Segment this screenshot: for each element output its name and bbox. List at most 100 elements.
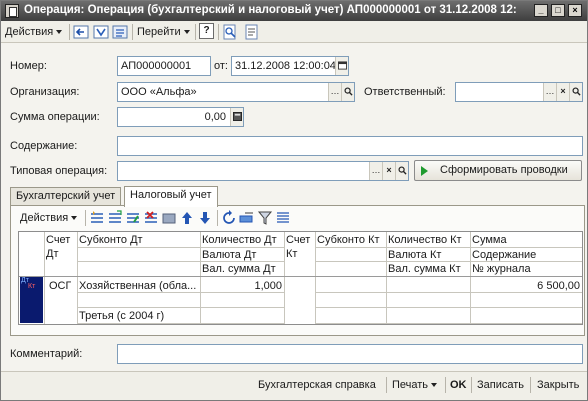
journal-icon[interactable] (244, 24, 260, 40)
play-icon (421, 166, 428, 176)
grid-line (200, 232, 201, 324)
responsible-field[interactable]: … × (455, 82, 583, 102)
header-currency-kt[interactable]: Валюта Кт (388, 248, 441, 262)
cell-account-dt[interactable]: ОСГ (49, 279, 71, 293)
save-button[interactable]: Записать (477, 377, 524, 393)
operation-window: Операция: Операция (бухгалтерский и нало… (0, 0, 588, 401)
delete-row-icon[interactable] (143, 210, 159, 226)
typical-operation-label: Типовая операция: (10, 165, 108, 177)
header-quantity-kt[interactable]: Количество Кт (388, 233, 462, 247)
maximize-button[interactable]: □ (551, 4, 565, 17)
entry-row-icon: Дт Кт (20, 277, 43, 323)
add-row-icon[interactable] (89, 210, 105, 226)
end-edit-icon[interactable] (161, 210, 177, 226)
grid-line (315, 323, 582, 324)
arrow-up-icon[interactable] (179, 210, 195, 226)
search-icon[interactable] (569, 83, 582, 101)
organization-value: ООО «Альфа» (121, 86, 197, 98)
header-quantity-dt[interactable]: Количество Дт (202, 233, 277, 247)
preview-icon[interactable] (222, 24, 238, 40)
content-field[interactable] (117, 136, 583, 156)
comment-field[interactable] (117, 344, 583, 364)
generate-entries-label: Сформировать проводки (440, 164, 568, 176)
minimize-button[interactable]: _ (534, 4, 548, 17)
print-label: Печать (392, 379, 429, 391)
header-content[interactable]: Содержание (472, 248, 536, 262)
amount-field[interactable]: 0,00 (117, 107, 244, 127)
chevron-down-icon (183, 30, 190, 35)
date-field[interactable]: 31.12.2008 12:00:04 (231, 56, 349, 76)
filter-icon[interactable] (257, 210, 273, 226)
cell-subconto-dt-3[interactable]: Третья (с 2004 г) (79, 309, 199, 323)
comment-label: Комментарий: (10, 348, 83, 360)
organization-label: Организация: (10, 86, 80, 98)
generate-entries-button[interactable]: Сформировать проводки (414, 160, 582, 181)
credit-mark: Кт (28, 283, 36, 290)
goto-menu[interactable]: Перейти (137, 24, 190, 40)
window-title: Операция: Операция (бухгалтерский и нало… (24, 4, 517, 16)
typical-operation-field[interactable]: … × (117, 161, 409, 181)
select-button[interactable]: … (328, 83, 341, 101)
move-back-icon[interactable] (73, 24, 89, 40)
help-button[interactable]: ? (199, 23, 214, 39)
amount-label: Сумма операции: (10, 111, 100, 123)
header-currency-dt[interactable]: Валюта Дт (202, 248, 256, 262)
arrow-down-icon[interactable] (197, 210, 213, 226)
header-journal[interactable]: № журнала (472, 262, 531, 276)
header-currency-sum-kt[interactable]: Вал. сумма Кт (388, 262, 461, 276)
title-bar[interactable]: Операция: Операция (бухгалтерский и нало… (1, 1, 587, 21)
grid-line (77, 307, 284, 308)
structure-icon[interactable] (93, 24, 109, 40)
calendar-icon[interactable] (335, 57, 348, 75)
entries-table[interactable]: Счет Дт Субконто Дт Количество Дт Валюта… (18, 231, 583, 325)
cell-subconto-dt-1[interactable]: Хозяйственная (обла... (79, 279, 199, 293)
grid-line (77, 323, 284, 324)
header-subconto-dt[interactable]: Субконто Дт (79, 233, 143, 247)
header-sum[interactable]: Сумма (472, 233, 507, 247)
toolbar-separator (386, 377, 387, 393)
number-field[interactable]: АП000000001 (117, 56, 211, 76)
actions-menu[interactable]: Действия (5, 24, 63, 40)
transfer-icon[interactable] (239, 210, 255, 226)
toolbar-separator (218, 24, 219, 40)
cell-quantity-dt[interactable]: 1,000 (202, 279, 282, 293)
calculator-icon[interactable] (230, 108, 243, 126)
copy-row-icon[interactable] (107, 210, 123, 226)
toolbar-separator (195, 24, 196, 40)
clear-icon[interactable]: × (382, 162, 395, 180)
clear-icon[interactable]: × (556, 83, 569, 101)
header-currency-sum-dt[interactable]: Вал. сумма Дт (202, 262, 276, 276)
header-account-kt[interactable]: Счет Кт (286, 233, 314, 261)
actions-label: Действия (5, 26, 54, 38)
header-account-dt[interactable]: Счет Дт (46, 233, 76, 261)
header-subconto-kt[interactable]: Субконто Кт (317, 233, 380, 247)
entries-toolbar: Действия (11, 207, 584, 228)
grid-line (386, 232, 387, 324)
select-button[interactable]: … (369, 162, 382, 180)
cell-sum[interactable]: 6 500,00 (472, 279, 580, 293)
bottom-button-bar: Бухгалтерская справка Печать OK Записать… (1, 371, 587, 400)
hierarchy-icon[interactable] (112, 24, 128, 40)
organization-field[interactable]: ООО «Альфа» … (117, 82, 355, 102)
print-menu[interactable]: Печать (392, 377, 438, 393)
entries-actions-menu[interactable]: Действия (20, 210, 78, 226)
search-icon[interactable] (395, 162, 408, 180)
search-icon[interactable] (341, 83, 354, 101)
grid-line (44, 232, 45, 324)
edit-row-icon[interactable] (125, 210, 141, 226)
tab-tax[interactable]: Налоговый учет (124, 186, 218, 207)
amount-value: 0,00 (204, 111, 226, 123)
tab-accounting[interactable]: Бухгалтерский учет (10, 187, 122, 206)
grid-line (315, 232, 316, 324)
ok-button[interactable]: OK (450, 377, 467, 393)
columns-icon[interactable] (275, 210, 291, 226)
refresh-icon[interactable] (221, 210, 237, 226)
accounting-report-button[interactable]: Бухгалтерская справка (258, 377, 376, 393)
select-button[interactable]: … (543, 83, 556, 101)
chevron-down-icon (71, 216, 78, 221)
content-label: Содержание: (10, 140, 78, 152)
number-label: Номер: (10, 60, 47, 72)
close-button[interactable]: × (568, 4, 582, 17)
grid-line (315, 307, 582, 308)
close-form-button[interactable]: Закрыть (537, 377, 579, 393)
